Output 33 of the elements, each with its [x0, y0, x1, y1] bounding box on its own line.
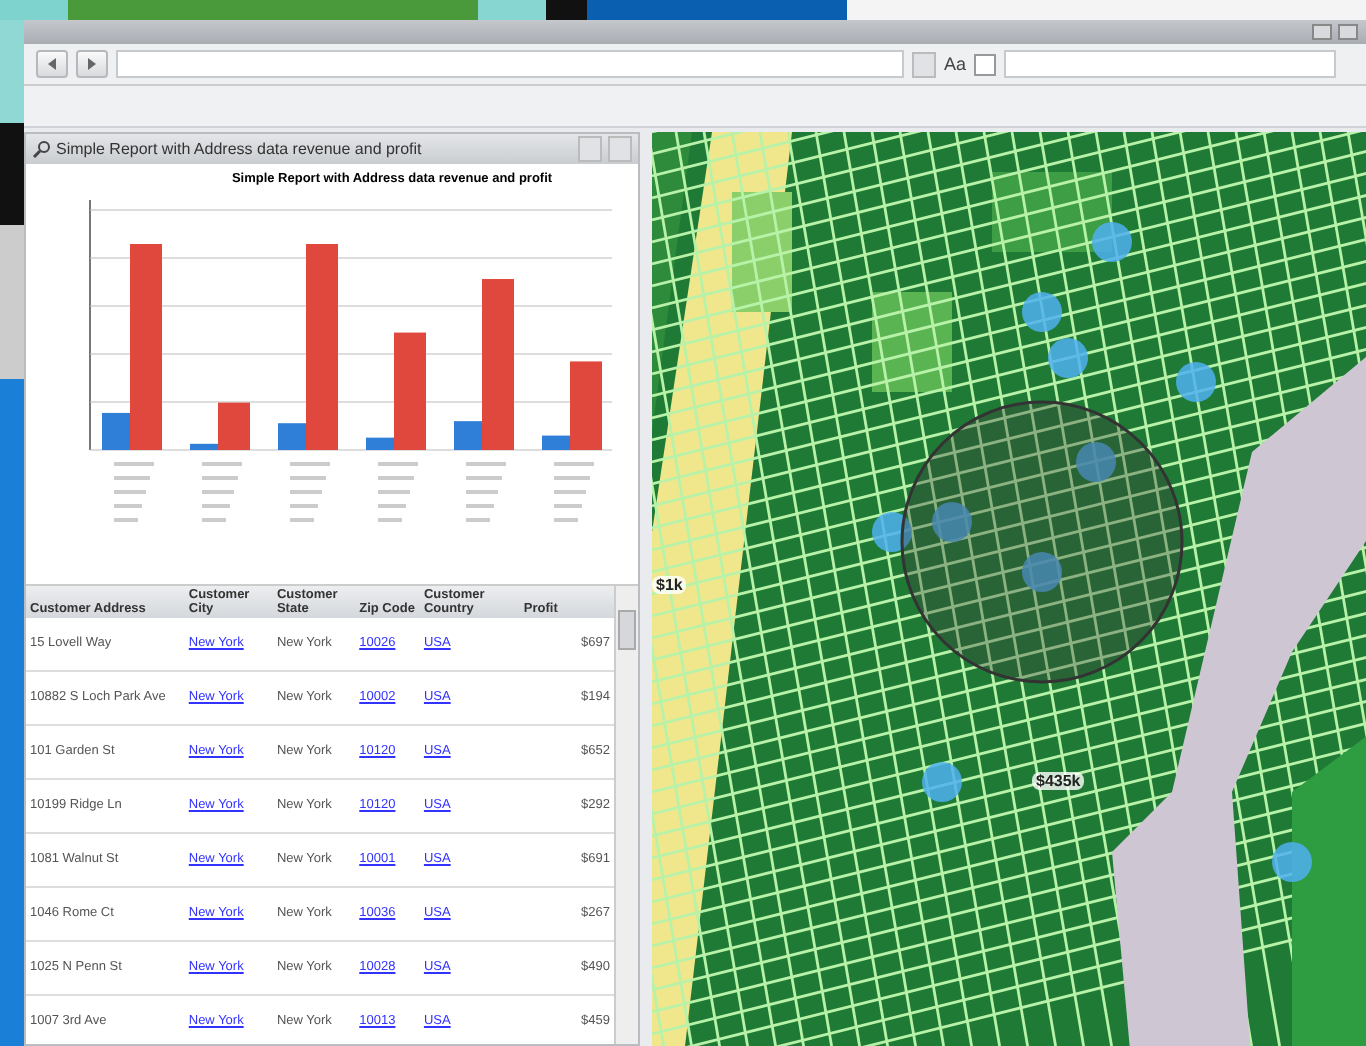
price-badge: $1k — [652, 576, 687, 594]
revenue-bar — [366, 437, 394, 450]
dropdown-button[interactable] — [578, 136, 602, 162]
revenue-bar — [102, 412, 130, 450]
panel-title: Simple Report with Address data revenue and profit — [56, 140, 424, 158]
blurred-label-drawing — [290, 462, 330, 522]
forward-arrow-icon — [86, 58, 98, 70]
profit-bar — [570, 361, 602, 450]
blurred-label-drawing — [378, 462, 418, 522]
revenue-bar — [454, 421, 482, 450]
find-label: Aa — [944, 54, 967, 74]
address-field[interactable] — [116, 50, 904, 78]
profit-bar — [218, 402, 250, 450]
blurred-label-drawing — [202, 462, 242, 522]
back-button[interactable] — [36, 50, 68, 78]
dropdown-button[interactable] — [912, 51, 936, 77]
close-button[interactable] — [1338, 24, 1358, 40]
minimize-button[interactable] — [608, 136, 632, 162]
minimize-button[interactable] — [1312, 24, 1332, 40]
price-badge: $435k — [1032, 772, 1085, 790]
blurred-label-drawing — [114, 462, 154, 522]
revenue-bar — [190, 443, 218, 450]
back-arrow-icon — [46, 58, 58, 70]
forward-button[interactable] — [76, 50, 108, 78]
blurred-label-drawing — [554, 462, 594, 522]
search-field[interactable] — [1004, 50, 1337, 78]
blurred-label-drawing — [466, 462, 506, 522]
revenue-bar — [542, 435, 570, 450]
profit-bar — [394, 332, 426, 450]
search-icon — [32, 140, 50, 158]
scrollbar[interactable] — [614, 586, 638, 1044]
revenue-bar — [278, 423, 306, 450]
checkbox[interactable] — [974, 53, 997, 75]
